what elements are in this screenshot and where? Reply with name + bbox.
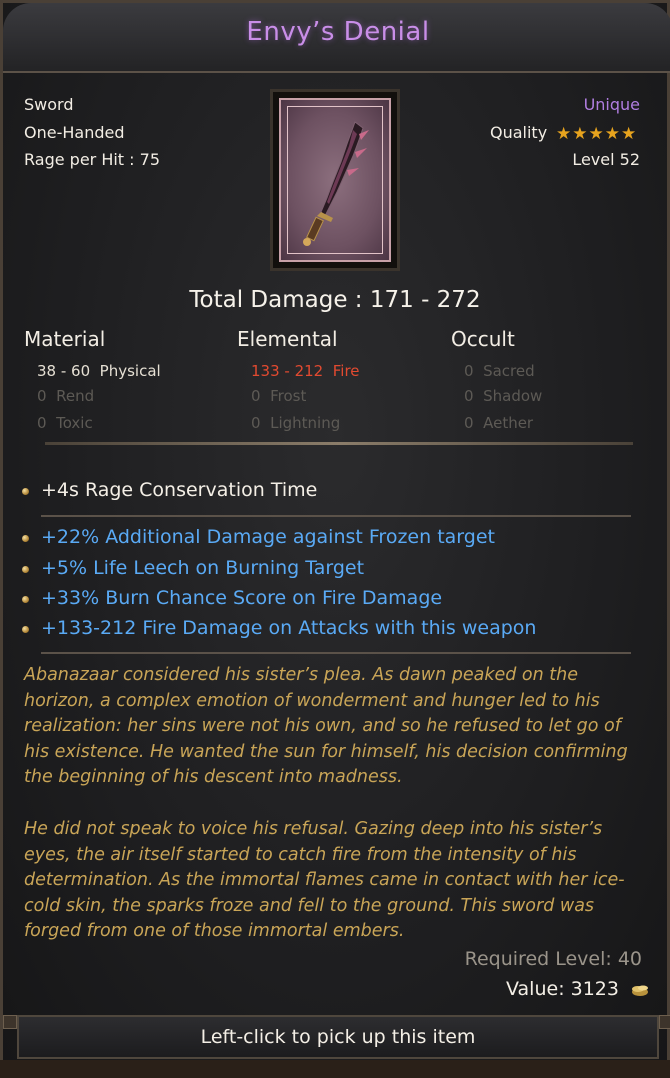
frame-corner — [659, 1015, 670, 1029]
item-name: Envy’s Denial — [246, 17, 430, 47]
elemental-stat-fire: 133 - 212 Fire — [251, 362, 360, 380]
material-stat-physical: 38 - 60 Physical — [37, 362, 161, 380]
item-type: Sword — [24, 95, 74, 114]
bullet-icon — [22, 566, 29, 573]
quality-label: Quality — [490, 123, 548, 142]
material-title: Material — [24, 327, 106, 351]
rarity-label: Unique — [583, 95, 640, 114]
material-stat-rend: 0 Rend — [37, 387, 95, 405]
unique-mod: +22% Additional Damage against Frozen ta… — [41, 526, 495, 548]
title-bar: Envy’s Denial — [3, 3, 670, 73]
material-stat-toxic: 0 Toxic — [37, 414, 93, 432]
occult-title: Occult — [451, 327, 515, 351]
inventory-strip — [0, 1060, 670, 1078]
elemental-stat-lightning: 0 Lightning — [251, 414, 341, 432]
base-mod: +4s Rage Conservation Time — [41, 479, 318, 501]
bullet-icon — [22, 626, 29, 633]
bullet-icon — [22, 488, 29, 495]
unique-mod: +5% Life Leech on Burning Target — [41, 557, 365, 579]
star-icon: ★ — [588, 124, 605, 144]
required-level: Required Level: 40 — [464, 948, 642, 970]
lore-paragraph-1: Abanazaar considered his sister’s plea. … — [24, 665, 628, 787]
frame-corner — [3, 1015, 17, 1029]
star-icon: ★ — [556, 124, 573, 144]
quality-stars: ★★★★★ — [556, 124, 637, 144]
divider — [41, 515, 631, 517]
unique-mod: +133-212 Fire Damage on Attacks with thi… — [41, 617, 537, 639]
occult-stat-aether: 0 Aether — [464, 414, 534, 432]
occult-stat-sacred: 0 Sacred — [464, 362, 535, 380]
pickup-hint: Left-click to pick up this item — [200, 1026, 476, 1048]
elemental-stat-frost: 0 Frost — [251, 387, 307, 405]
divider — [41, 652, 631, 654]
star-icon: ★ — [604, 124, 621, 144]
elemental-title: Elemental — [237, 327, 338, 351]
item-handedness: One-Handed — [24, 123, 125, 142]
item-image-frame — [270, 89, 400, 271]
bullet-icon — [22, 535, 29, 542]
occult-stat-shadow: 0 Shadow — [464, 387, 543, 405]
unique-mod: +33% Burn Chance Score on Fire Damage — [41, 587, 443, 609]
rage-per-hit: Rage per Hit : 75 — [24, 150, 160, 169]
item-card — [279, 98, 391, 262]
lore-paragraph-2: He did not speak to voice his refusal. G… — [24, 819, 625, 941]
item-tooltip: Envy’s Denial Sword One-Handed Rage per … — [0, 0, 670, 1078]
item-value: Value: 3123 — [506, 978, 619, 1000]
pickup-hint-bar: Left-click to pick up this item — [17, 1015, 659, 1059]
star-icon: ★ — [572, 124, 589, 144]
item-level: Level 52 — [572, 150, 640, 169]
star-icon: ★ — [621, 124, 638, 144]
coin-icon — [632, 985, 648, 996]
total-damage: Total Damage : 171 - 272 — [189, 287, 481, 313]
divider — [45, 442, 633, 445]
sword-icon — [303, 121, 369, 246]
bullet-icon — [22, 596, 29, 603]
